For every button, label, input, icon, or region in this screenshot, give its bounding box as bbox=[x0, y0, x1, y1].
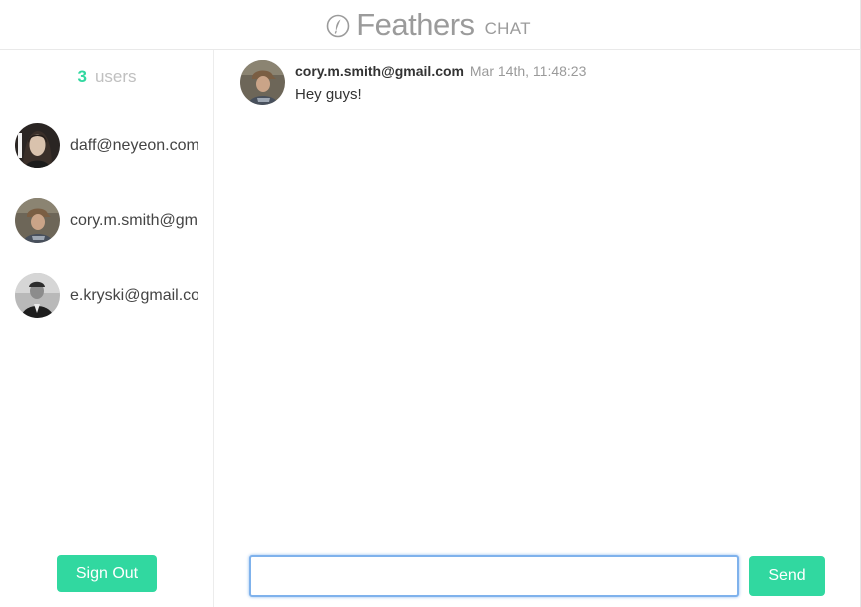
message-body: cory.m.smith@gmail.com Mar 14th, 11:48:2… bbox=[295, 63, 586, 105]
avatar bbox=[15, 198, 60, 243]
message-timestamp: Mar 14th, 11:48:23 bbox=[469, 63, 587, 79]
user-email: daff@neyeon.com bbox=[70, 136, 198, 154]
user-list-item[interactable]: cory.m.smith@gm bbox=[15, 198, 205, 243]
user-count-number: 3 bbox=[77, 67, 87, 86]
logo: Feathers CHAT bbox=[326, 9, 531, 40]
user-email: cory.m.smith@gm bbox=[70, 211, 198, 229]
user-email: e.kryski@gmail.co bbox=[70, 286, 198, 304]
user-count-label: users bbox=[94, 67, 137, 86]
user-list-item[interactable]: e.kryski@gmail.co bbox=[15, 273, 205, 318]
app-subtitle: CHAT bbox=[484, 19, 531, 38]
sign-out-button[interactable]: Sign Out bbox=[57, 555, 157, 592]
message-author: cory.m.smith@gmail.com bbox=[295, 63, 464, 79]
chat-panel: cory.m.smith@gmail.com Mar 14th, 11:48:2… bbox=[215, 50, 860, 607]
send-button[interactable]: Send bbox=[749, 556, 825, 596]
sidebar: 3 users daff@neyeon.com cory.m.smith@gm … bbox=[0, 50, 214, 607]
user-list: daff@neyeon.com cory.m.smith@gm e.kryski… bbox=[15, 123, 205, 348]
message-meta: cory.m.smith@gmail.com Mar 14th, 11:48:2… bbox=[295, 63, 586, 80]
avatar bbox=[15, 273, 60, 318]
user-count: 3 users bbox=[0, 67, 214, 87]
app-title: Feathers bbox=[356, 7, 475, 42]
avatar bbox=[15, 123, 60, 168]
header: Feathers CHAT bbox=[0, 0, 861, 50]
user-list-item[interactable]: daff@neyeon.com bbox=[15, 123, 205, 168]
message-text: Hey guys! bbox=[295, 86, 362, 103]
app-window: Feathers CHAT 3 users daff@neyeon.com co… bbox=[0, 0, 861, 607]
chat-message: cory.m.smith@gmail.com Mar 14th, 11:48:2… bbox=[240, 60, 586, 105]
feather-icon bbox=[326, 14, 350, 38]
avatar bbox=[240, 60, 285, 105]
message-input[interactable] bbox=[249, 555, 739, 597]
